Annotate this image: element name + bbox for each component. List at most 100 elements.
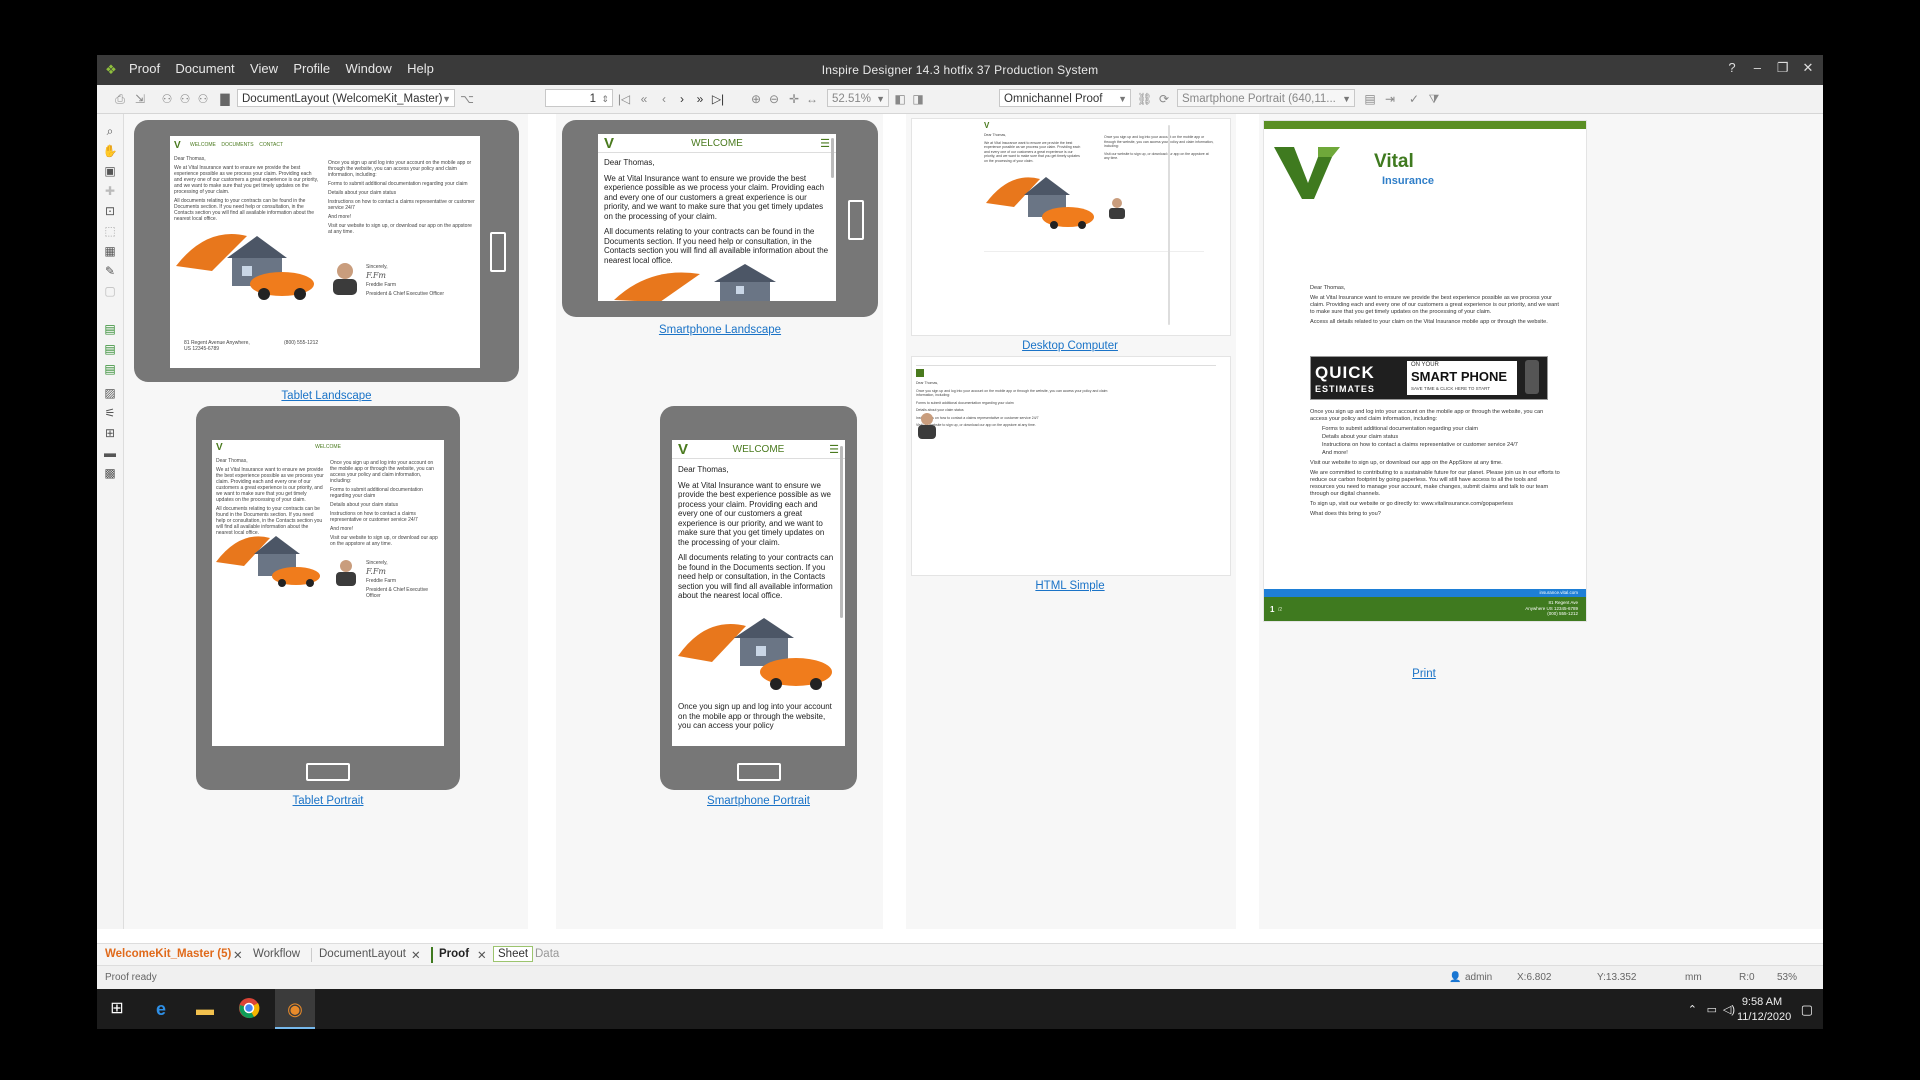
print-green-icon-2[interactable]: ▤ (102, 342, 118, 356)
scrollbar[interactable] (840, 446, 843, 618)
hamburger-menu-icon[interactable]: ☰ (829, 443, 839, 456)
image-tool-icon[interactable]: ▣ (102, 164, 118, 178)
html-simple-link[interactable]: HTML Simple (911, 580, 1229, 592)
crosshair-icon[interactable]: ✚ (102, 184, 118, 198)
tab-document-layout[interactable]: DocumentLayout (319, 948, 406, 960)
next-fast-icon[interactable]: » (693, 91, 707, 107)
desktop-computer-link[interactable]: Desktop Computer (911, 340, 1229, 352)
tablet-landscape-device[interactable]: V WELCOME DOCUMENTS CONTACT Dear Thomas,… (134, 120, 519, 382)
magnifier-icon[interactable]: ⌕ (102, 124, 118, 138)
restore-button[interactable]: ❐ (1774, 60, 1792, 76)
scrollbar[interactable] (831, 138, 834, 178)
tablet-landscape-link[interactable]: Tablet Landscape (134, 390, 519, 402)
tab-proof[interactable]: Proof (439, 948, 469, 960)
help-button[interactable]: ? (1723, 60, 1741, 75)
chrome-browser-icon[interactable] (237, 997, 261, 1021)
tablet-portrait-device[interactable]: V WELCOME Dear Thomas, We at Vital Insur… (196, 406, 460, 790)
prev-page-icon[interactable]: ‹ (657, 91, 671, 107)
zoom-in-icon[interactable]: ⊕ (749, 91, 763, 107)
volume-icon[interactable]: ◁) (1723, 1003, 1735, 1016)
quick-estimates-banner[interactable]: QUICK ESTIMATES ON YOUR SMART PHONE SAVE… (1310, 356, 1548, 400)
refresh-icon[interactable]: ⟳ (1157, 91, 1171, 107)
chevron-up-icon[interactable]: ⌃ (1688, 1003, 1697, 1016)
note-icon[interactable]: ▢ (102, 284, 118, 298)
next-page-icon[interactable]: › (675, 91, 689, 107)
chart-icon[interactable]: ⚟ (102, 406, 118, 420)
tablet-nav-item[interactable]: CONTACT (259, 142, 283, 148)
tablet-nav-item[interactable]: WELCOME (190, 142, 216, 148)
tablet-nav-item[interactable]: DOCUMENTS (221, 142, 253, 148)
grid-icon[interactable]: ▦ (102, 244, 118, 258)
tree-icon[interactable]: ⌥ (459, 91, 475, 107)
html-simple-preview[interactable]: Dear Thomas, Once you sign up and log in… (911, 356, 1231, 576)
file-explorer-icon[interactable]: ▬ (193, 997, 217, 1021)
spellcheck-icon[interactable]: ✓ (1407, 91, 1421, 107)
print-link[interactable]: Print (1263, 668, 1585, 680)
menu-profile[interactable]: Profile (293, 61, 330, 76)
hand-icon[interactable]: ✋ (102, 144, 118, 158)
export-icon[interactable]: ⇲ (133, 91, 147, 107)
panel-left-icon[interactable]: ◧ (893, 91, 907, 107)
fit-icon[interactable]: ✛ (787, 91, 801, 107)
layout-grid-icon[interactable]: ⊞ (102, 426, 118, 440)
zoom-select[interactable]: 52.51% ▼ (827, 89, 889, 107)
tablet-portrait-link[interactable]: Tablet Portrait (196, 795, 460, 807)
menu-view[interactable]: View (250, 61, 278, 76)
menu-proof[interactable]: Proof (129, 61, 160, 76)
smartphone-portrait-device[interactable]: V WELCOME ☰ Dear Thomas, We at Vital Ins… (660, 406, 857, 790)
smartphone-portrait-link[interactable]: Smartphone Portrait (660, 795, 857, 807)
folder-icon[interactable]: ▇ (217, 91, 233, 107)
save-icon[interactable]: ▤ (1363, 91, 1377, 107)
proof-icon-b[interactable]: ⚇ (177, 91, 193, 107)
minimize-button[interactable]: – (1748, 60, 1766, 75)
smartphone-landscape-link[interactable]: Smartphone Landscape (562, 324, 878, 336)
format-icon[interactable]: ⇥ (1383, 91, 1397, 107)
print-preview[interactable]: Vital Insurance Dear Thomas, We at Vital… (1263, 120, 1587, 622)
tab-data[interactable]: Data (535, 948, 559, 960)
proof-icon-c[interactable]: ⚇ (195, 91, 211, 107)
print-green-icon-3[interactable]: ▤ (102, 362, 118, 376)
print-green-icon[interactable]: ▤ (102, 322, 118, 336)
device-profile-select[interactable]: Smartphone Portrait (640,11... ▼ (1177, 89, 1355, 107)
zoom-out-icon[interactable]: ⊖ (767, 91, 781, 107)
prev-fast-icon[interactable]: « (637, 91, 651, 107)
menu-document[interactable]: Document (175, 61, 234, 76)
tab-welcomekit-master[interactable]: WelcomeKit_Master (5) (105, 948, 231, 960)
page-number-input[interactable]: 1 ⇕ (545, 89, 613, 107)
save-tool-icon[interactable]: ▩ (102, 466, 118, 480)
scrollbar[interactable] (1168, 125, 1170, 325)
select-icon[interactable]: ⊡ (102, 204, 118, 218)
smartphone-landscape-device[interactable]: V WELCOME ☰ Dear Thomas, We at Vital Ins… (562, 120, 878, 317)
menu-window[interactable]: Window (346, 61, 392, 76)
clock[interactable]: 9:58 AM 11/12/2020 (1737, 995, 1791, 1025)
link-icon[interactable]: ⛓ (1137, 91, 1152, 107)
filter-icon[interactable]: ⧩ (1427, 91, 1441, 107)
first-page-icon[interactable]: |◁ (617, 91, 631, 107)
umbrella-car-house-image (176, 234, 314, 300)
edge-browser-icon[interactable]: e (149, 997, 173, 1021)
last-page-icon[interactable]: ▷| (711, 91, 725, 107)
layout-select[interactable]: DocumentLayout (WelcomeKit_Master) ▼ (237, 89, 455, 107)
network-icon[interactable]: ▭ (1707, 1003, 1717, 1016)
proof-icon-a[interactable]: ⚇ (159, 91, 175, 107)
tab-close-icon[interactable]: ✕ (477, 948, 487, 962)
tab-workflow[interactable]: Workflow (253, 948, 300, 960)
frame-icon[interactable]: ⬚ (102, 224, 118, 238)
tab-close-icon[interactable]: ✕ (411, 948, 421, 962)
inspire-designer-taskbar-item[interactable]: ◉ (275, 989, 315, 1029)
folder-tool-icon[interactable]: ▬ (102, 446, 118, 460)
tab-sheet[interactable]: Sheet (493, 946, 534, 962)
menu-help[interactable]: Help (407, 61, 434, 76)
desktop-preview[interactable]: V Dear Thomas, We at Vital Insurance wan… (911, 118, 1231, 336)
panel-right-icon[interactable]: ◨ (911, 91, 925, 107)
print-icon[interactable]: ⎙ (113, 91, 127, 107)
notification-icon[interactable]: ▢ (1801, 1002, 1813, 1018)
close-button[interactable]: ✕ (1799, 60, 1817, 76)
windows-start-icon[interactable]: ⊞ (105, 997, 129, 1021)
width-icon[interactable]: ↔ (805, 91, 819, 107)
proof-mode-select[interactable]: Omnichannel Proof ▼ (999, 89, 1131, 107)
tab-close-icon[interactable]: ✕ (233, 948, 243, 962)
picture-icon[interactable]: ▨ (102, 386, 118, 400)
pen-icon[interactable]: ✎ (102, 264, 118, 278)
hamburger-menu-icon[interactable]: ☰ (820, 137, 830, 150)
